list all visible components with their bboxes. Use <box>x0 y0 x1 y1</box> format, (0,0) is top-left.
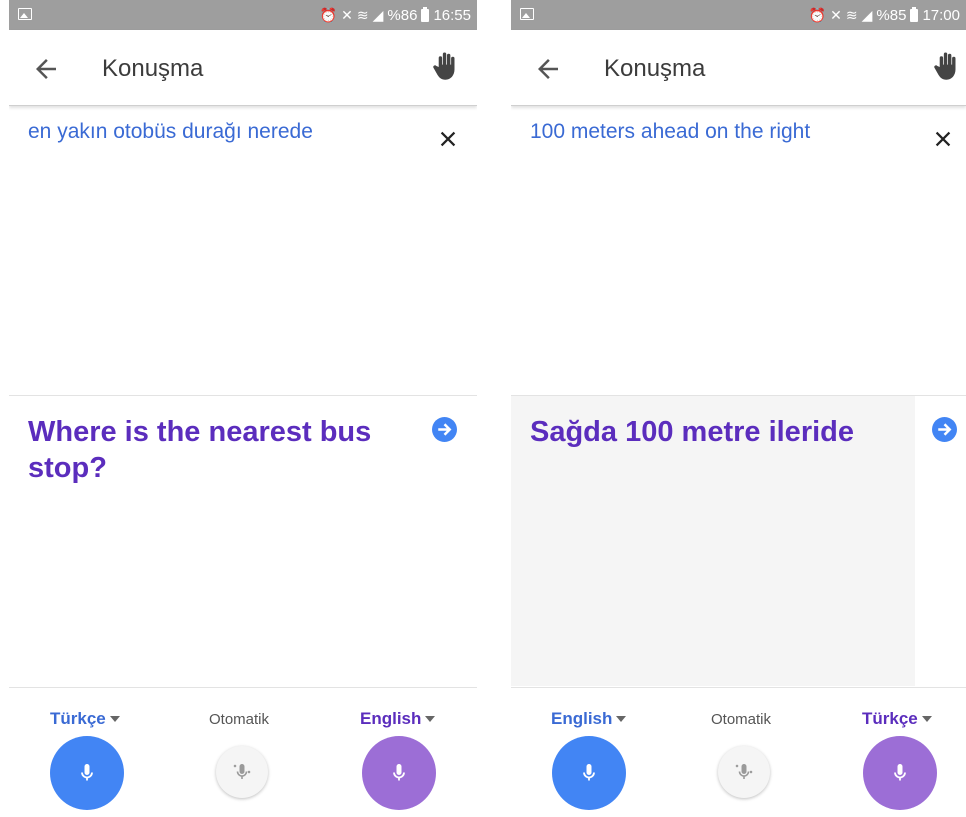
language-label: Türkçe <box>50 709 106 728</box>
conversation-screen-right: ⏰ ✕ ≋ ◢ %85 17:00 Konuşma 100 meters ahe… <box>511 0 966 817</box>
mic-icon <box>393 764 405 781</box>
language-selector-left[interactable]: Türkçe <box>50 709 120 729</box>
language-label: English <box>360 709 422 728</box>
auto-mic-icon <box>233 764 251 779</box>
status-bar: ⏰ ✕ ≋ ◢ %86 16:55 <box>9 0 477 30</box>
language-label: English <box>551 709 613 728</box>
wifi-icon: ≋ <box>845 6 858 23</box>
mic-button-right[interactable] <box>863 736 937 810</box>
source-text[interactable]: 100 meters ahead on the right <box>530 120 810 144</box>
translation-text[interactable]: Where is the nearest bus stop? <box>28 414 408 486</box>
dropdown-caret-icon <box>425 716 436 722</box>
hand-icon[interactable] <box>932 50 962 84</box>
wifi-icon: ≋ <box>356 6 369 23</box>
app-bar: Konuşma <box>9 30 477 106</box>
status-bar: ⏰ ✕ ≋ ◢ %85 17:00 <box>511 0 966 30</box>
close-icon[interactable] <box>932 128 954 150</box>
battery-percent: %85 <box>876 6 907 24</box>
dropdown-caret-icon <box>109 716 120 722</box>
arrow-forward-icon <box>938 423 952 436</box>
page-title: Konuşma <box>102 55 204 82</box>
mic-icon <box>81 764 93 781</box>
language-label: Türkçe <box>862 709 918 728</box>
auto-mode-label: Otomatik <box>209 711 270 728</box>
gallery-notification-icon <box>18 8 32 20</box>
arrow-forward-button[interactable] <box>932 417 957 442</box>
auto-mic-icon <box>735 764 753 779</box>
back-arrow-icon[interactable] <box>533 54 563 84</box>
conversation-screen-left: ⏰ ✕ ≋ ◢ %86 16:55 Konuşma en yakın otobü… <box>9 0 477 817</box>
back-arrow-icon[interactable] <box>31 54 61 84</box>
app-bar: Konuşma <box>511 30 966 106</box>
alarm-icon: ⏰ <box>808 6 827 23</box>
mic-button-right[interactable] <box>362 736 436 810</box>
battery-percent: %86 <box>387 6 418 24</box>
dropdown-caret-icon <box>921 716 932 722</box>
auto-mic-button[interactable] <box>216 746 268 798</box>
clock: 17:00 <box>922 6 960 24</box>
dropdown-caret-icon <box>616 716 627 722</box>
mic-icon <box>583 764 595 781</box>
alarm-icon: ⏰ <box>319 6 338 23</box>
mute-icon: ✕ <box>341 6 353 23</box>
battery-icon <box>910 6 919 22</box>
signal-icon: ◢ <box>861 6 873 23</box>
source-text[interactable]: en yakın otobüs durağı nerede <box>28 120 313 144</box>
battery-icon <box>421 6 430 22</box>
divider <box>9 395 477 396</box>
translation-text[interactable]: Sağda 100 metre ileride <box>530 414 910 450</box>
arrow-forward-button[interactable] <box>432 417 457 442</box>
mic-button-left[interactable] <box>552 736 626 810</box>
clock: 16:55 <box>433 6 471 24</box>
language-selector-left[interactable]: English <box>551 709 627 729</box>
close-icon[interactable] <box>437 128 459 150</box>
mic-icon <box>894 764 906 781</box>
language-selector-right[interactable]: Türkçe <box>862 709 932 729</box>
signal-icon: ◢ <box>372 6 384 23</box>
divider <box>511 687 966 688</box>
gallery-notification-icon <box>520 8 534 20</box>
page-title: Konuşma <box>604 55 706 82</box>
mic-button-left[interactable] <box>50 736 124 810</box>
language-selector-right[interactable]: English <box>360 709 436 729</box>
divider <box>9 687 477 688</box>
arrow-forward-icon <box>438 423 452 436</box>
hand-icon[interactable] <box>431 50 461 84</box>
mute-icon: ✕ <box>830 6 842 23</box>
auto-mode-label: Otomatik <box>711 711 772 728</box>
auto-mic-button[interactable] <box>718 746 770 798</box>
